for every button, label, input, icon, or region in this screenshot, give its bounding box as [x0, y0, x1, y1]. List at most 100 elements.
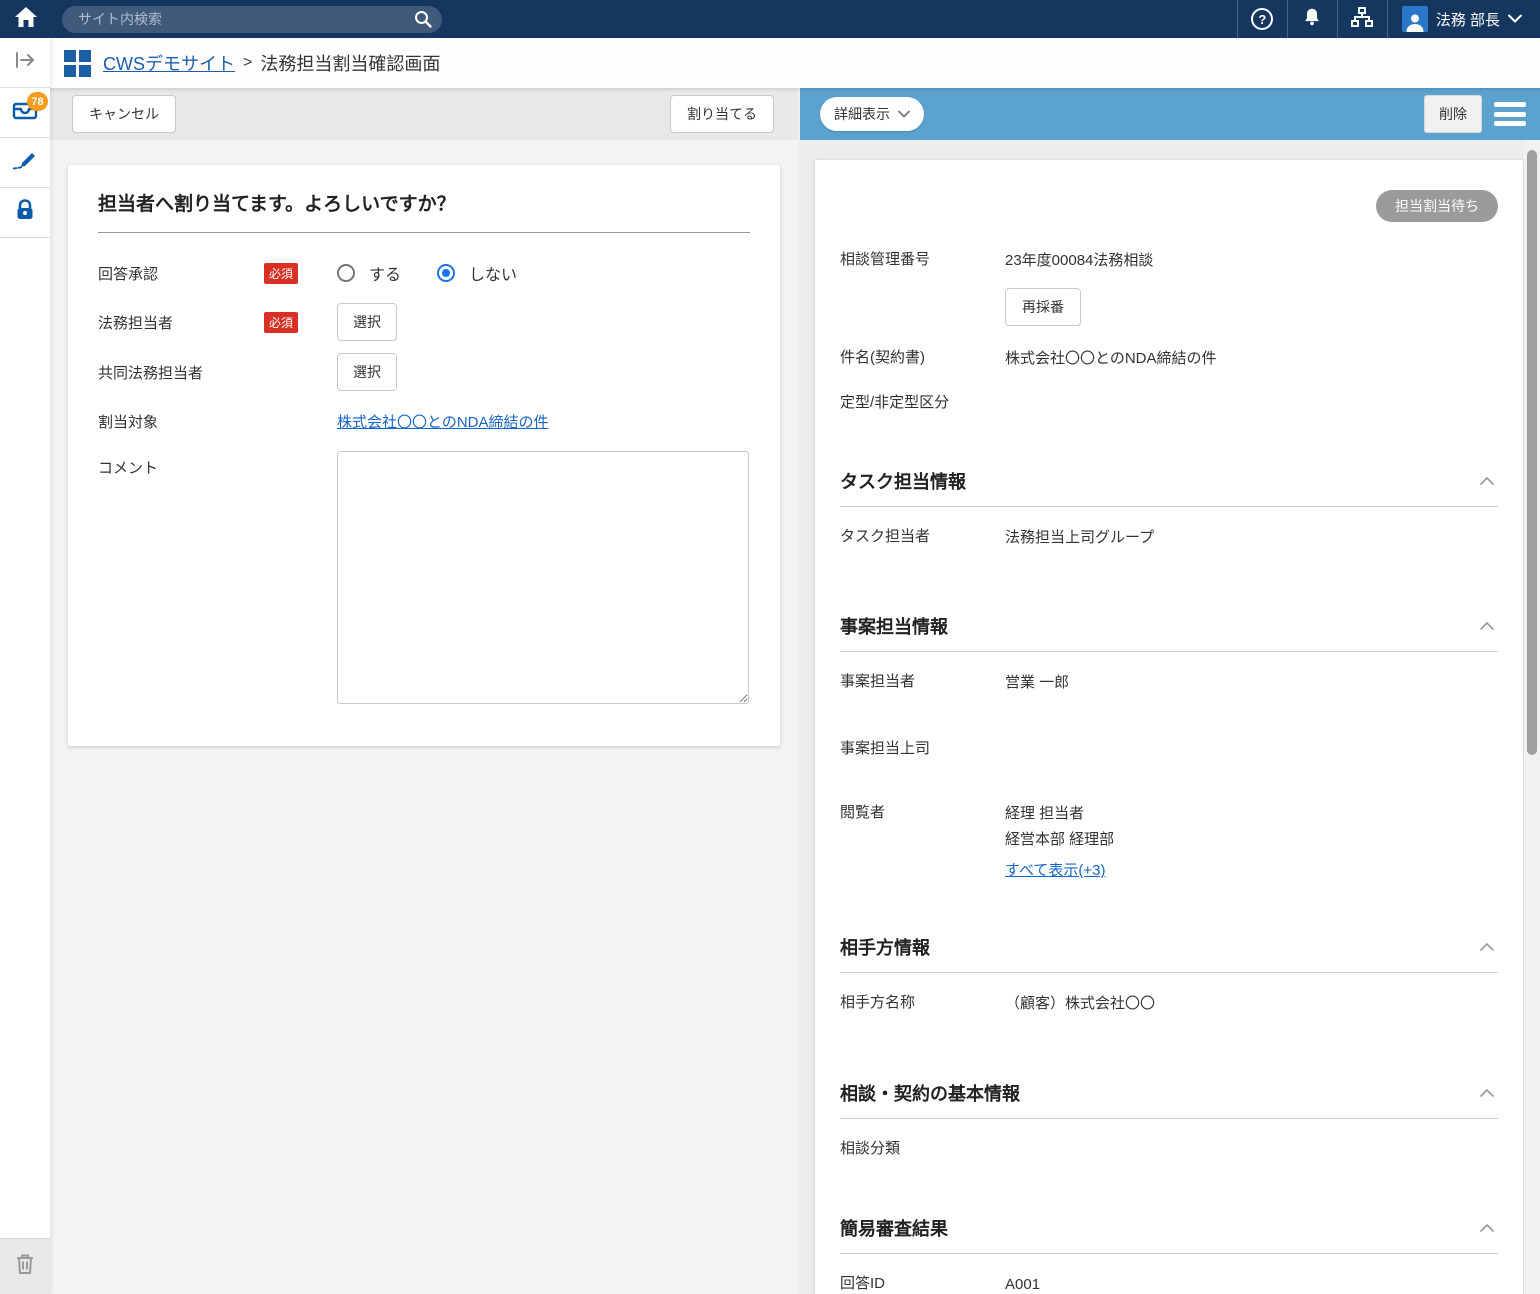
- detail-panel: 詳細表示 削除 担当割当待ち 相談管理番号 23年度00084法務相談 再採番 …: [800, 88, 1540, 1294]
- menu-icon[interactable]: [1494, 102, 1526, 126]
- select-legal-staff-button[interactable]: 選択: [337, 303, 397, 341]
- detail-view-label: 詳細表示: [834, 104, 890, 124]
- sidebar-item-trash[interactable]: [0, 1238, 50, 1294]
- detail-row-consult-no: 相談管理番号 23年度00084法務相談: [840, 248, 1498, 274]
- sidebar-item-sign[interactable]: [0, 138, 50, 188]
- detail-value: 23年度00084法務相談: [1005, 248, 1153, 274]
- collapse-chevron-icon[interactable]: [1480, 943, 1494, 951]
- help-button[interactable]: ?: [1237, 0, 1287, 38]
- detail-label: 件名(契約書): [840, 346, 1005, 367]
- vertical-scrollbar[interactable]: [1524, 140, 1540, 1294]
- sidebar-collapse-button[interactable]: [0, 38, 50, 88]
- radio-unchecked-icon[interactable]: [337, 264, 355, 282]
- assignment-target-link[interactable]: 株式会社〇〇とのNDA締結の件: [337, 411, 549, 432]
- detail-label: 相手方名称: [840, 991, 1005, 1012]
- user-avatar: [1402, 6, 1428, 32]
- required-badge: 必須: [264, 312, 298, 333]
- help-icon: ?: [1251, 8, 1273, 30]
- search-input[interactable]: [78, 11, 408, 27]
- assign-button[interactable]: 割り当てる: [670, 95, 774, 133]
- section-title: 相手方情報: [840, 934, 930, 960]
- sidebar-item-inbox[interactable]: 78: [0, 88, 50, 138]
- sidebar-item-security[interactable]: [0, 188, 50, 238]
- required-badge: 必須: [264, 263, 298, 284]
- inbox-count-badge: 78: [27, 92, 48, 111]
- collapse-chevron-icon[interactable]: [1480, 477, 1494, 485]
- detail-value: 営業 一郎: [1005, 670, 1069, 696]
- detail-row-viewers: 閲覧者 経理 担当者 経営本部 経理部 すべて表示(+3): [840, 801, 1498, 884]
- section-quick-review: 簡易審査結果: [840, 1215, 1498, 1254]
- assignment-form-card: 担当者へ割り当てます。よろしいですか？ 回答承認 必須 する しない 法: [68, 165, 780, 746]
- top-navigation-bar: ? 法務 部長: [0, 0, 1540, 38]
- radio-label: する: [369, 261, 401, 285]
- detail-row-task-owner: タスク担当者 法務担当上司グループ: [840, 525, 1498, 551]
- pen-icon: [12, 149, 38, 176]
- detail-value: A001: [1005, 1272, 1040, 1294]
- detail-label: 回答ID: [840, 1272, 1005, 1293]
- comment-textarea[interactable]: [337, 451, 749, 704]
- org-chart-button[interactable]: [1337, 0, 1387, 38]
- radio-option-no[interactable]: しない: [437, 261, 517, 285]
- section-counterparty-info: 相手方情報: [840, 934, 1498, 973]
- field-row-comment: コメント: [98, 451, 750, 704]
- detail-row-subject: 件名(契約書) 株式会社〇〇とのNDA締結の件: [840, 346, 1498, 372]
- home-button[interactable]: [0, 0, 52, 38]
- search-icon[interactable]: [412, 9, 434, 31]
- bell-icon: [1301, 6, 1323, 33]
- sidebar-spacer: [0, 238, 50, 1238]
- section-title: 相談・契約の基本情報: [840, 1080, 1020, 1106]
- field-label: コメント: [98, 457, 264, 478]
- detail-row-consult-category: 相談分類: [840, 1137, 1498, 1159]
- select-co-legal-staff-button[interactable]: 選択: [337, 353, 397, 391]
- detail-value: （顧客）株式会社〇〇: [1005, 991, 1155, 1017]
- field-label: 割当対象: [98, 411, 264, 432]
- viewer-line: 経理 担当者: [1005, 801, 1114, 827]
- home-icon: [14, 6, 38, 33]
- collapse-chevron-icon[interactable]: [1480, 1089, 1494, 1097]
- delete-button[interactable]: 削除: [1424, 95, 1482, 133]
- scrollbar-thumb[interactable]: [1527, 150, 1537, 755]
- detail-header: 詳細表示 削除: [800, 88, 1540, 140]
- detail-value: 法務担当上司グループ: [1005, 525, 1154, 551]
- viewer-line: 経営本部 経理部: [1005, 827, 1114, 853]
- page-title: 法務担当割当確認画面: [260, 50, 440, 76]
- form-title: 担当者へ割り当てます。よろしいですか？: [98, 189, 750, 233]
- section-title: 事案担当情報: [840, 613, 948, 639]
- cancel-button[interactable]: キャンセル: [72, 95, 176, 133]
- site-search: [62, 6, 442, 33]
- detail-label: 相談管理番号: [840, 248, 1005, 269]
- field-row-approval: 回答承認 必須 する しない: [98, 255, 750, 291]
- renumber-button[interactable]: 再採番: [1005, 288, 1081, 326]
- breadcrumb: CWSデモサイト > 法務担当割当確認画面: [0, 38, 1540, 88]
- detail-value: 株式会社〇〇とのNDA締結の件: [1005, 346, 1217, 372]
- radio-label: しない: [469, 261, 517, 285]
- notifications-button[interactable]: [1287, 0, 1337, 38]
- breadcrumb-site-link[interactable]: CWSデモサイト: [103, 50, 235, 76]
- radio-checked-icon[interactable]: [437, 264, 455, 282]
- detail-view-dropdown[interactable]: 詳細表示: [820, 97, 924, 131]
- radio-option-yes[interactable]: する: [337, 261, 401, 285]
- field-row-legal-staff: 法務担当者 必須 選択: [98, 303, 750, 341]
- section-basic-info: 相談・契約の基本情報: [840, 1080, 1498, 1119]
- detail-row-renumber: 再採番: [840, 288, 1498, 326]
- detail-row-type: 定型/非定型区分: [840, 391, 1498, 412]
- detail-label: タスク担当者: [840, 525, 1005, 546]
- field-label: 法務担当者: [98, 312, 264, 333]
- collapse-chevron-icon[interactable]: [1480, 622, 1494, 630]
- show-all-viewers-link[interactable]: すべて表示(+3): [1005, 862, 1105, 879]
- field-row-co-legal-staff: 共同法務担当者 選択: [98, 353, 750, 391]
- detail-label: 定型/非定型区分: [840, 391, 1005, 412]
- consultation-detail-card: 担当割当待ち 相談管理番号 23年度00084法務相談 再採番 件名(契約書) …: [815, 160, 1523, 1294]
- field-row-target: 割当対象 株式会社〇〇とのNDA締結の件: [98, 403, 750, 439]
- detail-value: 経理 担当者 経営本部 経理部 すべて表示(+3): [1005, 801, 1114, 884]
- detail-label: 事案担当上司: [840, 737, 1005, 758]
- user-menu[interactable]: 法務 部長: [1387, 0, 1540, 38]
- trash-icon: [13, 1252, 37, 1281]
- breadcrumb-separator: >: [243, 54, 252, 72]
- icon-sidebar: 78: [0, 38, 50, 1294]
- section-task-info: タスク担当情報: [840, 468, 1498, 507]
- field-label: 回答承認: [98, 263, 264, 284]
- assignment-toolbar: キャンセル 割り当てる: [50, 88, 798, 140]
- detail-row-case-supervisor: 事案担当上司: [840, 737, 1498, 759]
- collapse-chevron-icon[interactable]: [1480, 1224, 1494, 1232]
